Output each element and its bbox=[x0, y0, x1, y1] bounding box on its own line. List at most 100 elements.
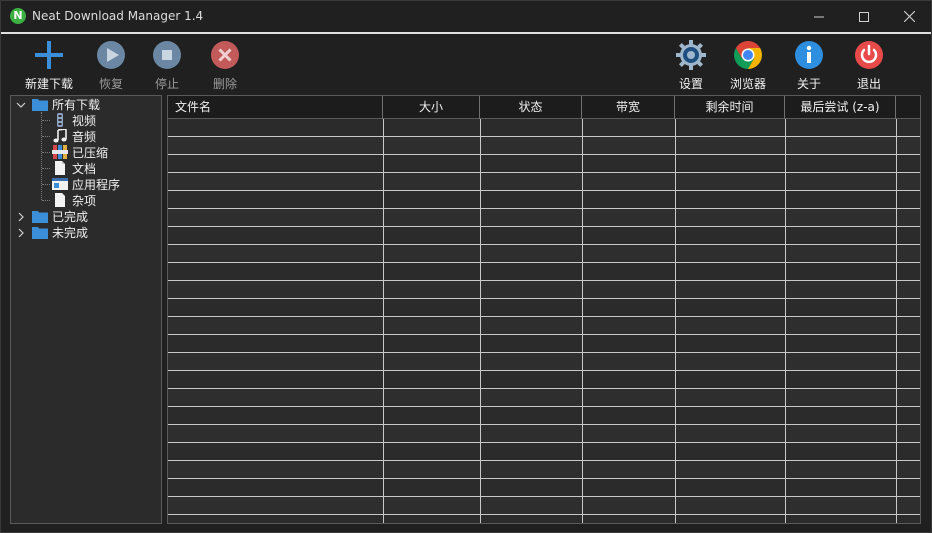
browser-button[interactable]: 浏览器 bbox=[718, 37, 778, 91]
table-row[interactable] bbox=[168, 263, 920, 281]
stop-icon bbox=[153, 41, 181, 69]
table-row[interactable] bbox=[168, 353, 920, 371]
table-row[interactable] bbox=[168, 479, 920, 497]
column-divider bbox=[785, 119, 786, 523]
video-reel-icon bbox=[57, 113, 63, 127]
tree-label-misc: 杂项 bbox=[72, 193, 97, 208]
table-row[interactable] bbox=[168, 443, 920, 461]
folder-icon bbox=[32, 211, 48, 223]
resume-label: 恢复 bbox=[98, 77, 123, 91]
title-bar[interactable]: N Neat Download Manager 1.4 bbox=[1, 1, 931, 32]
folder-icon bbox=[32, 99, 48, 111]
chevron-right-icon[interactable] bbox=[16, 228, 26, 238]
chevron-right-icon[interactable] bbox=[16, 212, 26, 222]
new-download-label: 新建下载 bbox=[24, 77, 73, 91]
column-header-filler bbox=[896, 96, 920, 119]
folder-icon bbox=[32, 227, 48, 239]
tree-item-video[interactable]: 视频 bbox=[52, 112, 96, 128]
tree-item-all-downloads[interactable]: 所有下载 bbox=[32, 96, 100, 112]
chrome-icon bbox=[734, 41, 762, 69]
close-icon bbox=[903, 11, 915, 22]
minimize-button[interactable] bbox=[796, 1, 842, 32]
table-row[interactable] bbox=[168, 497, 920, 515]
close-button[interactable] bbox=[886, 1, 932, 32]
tree-connector bbox=[42, 184, 50, 185]
table-row[interactable] bbox=[168, 317, 920, 335]
delete-button[interactable]: 删除 bbox=[195, 37, 255, 91]
table-row[interactable] bbox=[168, 119, 920, 137]
table-row[interactable] bbox=[168, 209, 920, 227]
table-row[interactable] bbox=[168, 461, 920, 479]
table-row[interactable] bbox=[168, 227, 920, 245]
tree-item-compressed[interactable]: 已压缩 bbox=[52, 144, 108, 160]
column-header-filename[interactable]: 文件名 bbox=[168, 96, 383, 119]
tree-item-completed[interactable]: 已完成 bbox=[32, 208, 88, 224]
table-row[interactable] bbox=[168, 281, 920, 299]
tree-item-documents[interactable]: 文档 bbox=[52, 160, 96, 176]
about-button[interactable]: 关于 bbox=[779, 37, 839, 91]
tree-connector bbox=[42, 200, 50, 201]
tree-connector bbox=[42, 120, 50, 121]
column-header-status[interactable]: 状态 bbox=[480, 96, 582, 119]
column-header-size[interactable]: 大小 bbox=[383, 96, 480, 119]
maximize-button[interactable] bbox=[841, 1, 887, 32]
table-row[interactable] bbox=[168, 389, 920, 407]
delete-label: 删除 bbox=[212, 77, 237, 91]
table-row[interactable] bbox=[168, 425, 920, 443]
maximize-icon bbox=[859, 11, 869, 22]
settings-label: 设置 bbox=[678, 77, 703, 91]
tree-connector bbox=[42, 152, 50, 153]
delete-x-icon bbox=[211, 41, 239, 69]
tree-label-video: 视频 bbox=[72, 113, 97, 128]
exit-label: 退出 bbox=[856, 77, 881, 91]
tree-label-completed: 已完成 bbox=[52, 209, 89, 224]
app-window: N Neat Download Manager 1.4 新建下载 恢复 停止 删… bbox=[0, 0, 932, 533]
tree-label-incomplete: 未完成 bbox=[52, 225, 89, 240]
table-row[interactable] bbox=[168, 155, 920, 173]
stop-button[interactable]: 停止 bbox=[137, 37, 197, 91]
tree-label-documents: 文档 bbox=[72, 161, 97, 176]
application-window-icon bbox=[52, 178, 68, 190]
column-header-last-try[interactable]: 最后尝试 (z-a) bbox=[785, 96, 896, 119]
column-divider bbox=[896, 119, 897, 523]
column-divider bbox=[582, 119, 583, 523]
table-row[interactable] bbox=[168, 335, 920, 353]
settings-button[interactable]: 设置 bbox=[661, 37, 721, 91]
power-icon bbox=[855, 41, 883, 69]
table-row[interactable] bbox=[168, 407, 920, 425]
table-row[interactable] bbox=[168, 191, 920, 209]
play-icon bbox=[97, 41, 125, 69]
exit-button[interactable]: 退出 bbox=[839, 37, 899, 91]
table-row[interactable] bbox=[168, 299, 920, 317]
table-body[interactable] bbox=[168, 119, 920, 523]
gear-icon bbox=[676, 40, 706, 70]
column-divider bbox=[480, 119, 481, 523]
info-icon bbox=[795, 41, 823, 69]
tree-item-applications[interactable]: 应用程序 bbox=[52, 176, 120, 192]
column-divider bbox=[383, 119, 384, 523]
table-row[interactable] bbox=[168, 137, 920, 155]
table-row[interactable] bbox=[168, 245, 920, 263]
tree-item-misc[interactable]: 杂项 bbox=[52, 192, 96, 208]
minimize-icon bbox=[814, 16, 824, 17]
table-row[interactable] bbox=[168, 173, 920, 191]
browser-label: 浏览器 bbox=[729, 77, 766, 91]
table-row[interactable] bbox=[168, 371, 920, 389]
resume-button[interactable]: 恢复 bbox=[81, 37, 141, 91]
column-header-bandwidth[interactable]: 带宽 bbox=[582, 96, 675, 119]
app-logo-icon: N bbox=[10, 8, 26, 24]
tree-connector bbox=[41, 112, 42, 200]
tree-item-audio[interactable]: 音频 bbox=[52, 128, 96, 144]
column-header-time-left[interactable]: 剩余时间 bbox=[675, 96, 785, 119]
chevron-down-icon[interactable] bbox=[16, 100, 26, 110]
column-divider bbox=[675, 119, 676, 523]
stop-label: 停止 bbox=[154, 77, 179, 91]
archive-icon bbox=[52, 145, 68, 159]
document-icon bbox=[55, 161, 65, 175]
plus-icon bbox=[35, 41, 63, 69]
window-title: Neat Download Manager 1.4 bbox=[32, 9, 204, 23]
new-download-button[interactable]: 新建下载 bbox=[19, 37, 79, 91]
tree-connector bbox=[42, 168, 50, 169]
tree-item-incomplete[interactable]: 未完成 bbox=[32, 224, 88, 240]
tree-connector bbox=[42, 136, 50, 137]
